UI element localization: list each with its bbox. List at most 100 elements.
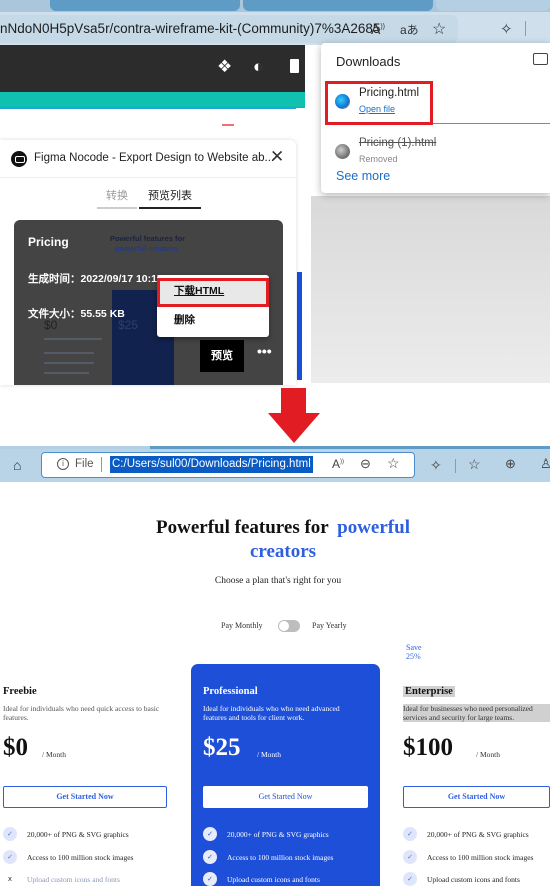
feature-text: Access to 100 million stock images <box>27 853 134 862</box>
plan-price: $25 <box>203 734 241 761</box>
feature-text: Access to 100 million stock images <box>427 853 534 862</box>
see-more-link[interactable]: See more <box>336 169 390 183</box>
feature-text: Upload custom icons and fonts <box>427 875 520 884</box>
x-icon: x <box>7 875 13 883</box>
red-indicator <box>222 124 234 126</box>
top-address-row: nNdoN0H5pVsa5r/contra-wireframe-kit-(Com… <box>0 12 550 45</box>
preview-button[interactable]: 预览 <box>200 340 244 372</box>
browser-tab-figma[interactable] <box>436 0 550 11</box>
components-icon[interactable]: ❖ <box>217 57 232 77</box>
check-icon: ✓ <box>203 827 217 841</box>
translate-icon[interactable]: aあ <box>400 21 419 38</box>
favorites-icon[interactable]: ☆ <box>468 456 481 473</box>
pay-monthly-label[interactable]: Pay Monthly <box>221 621 263 630</box>
plugin-logo-icon <box>11 151 27 167</box>
browser-tab[interactable] <box>243 0 433 11</box>
folder-icon[interactable] <box>533 53 548 65</box>
pay-yearly-label[interactable]: Pay Yearly <box>312 621 347 630</box>
read-aloud-icon[interactable]: A)) <box>371 21 385 37</box>
extensions-icon[interactable]: ✧ <box>500 20 513 38</box>
file-size: 文件大小：55.55 KB <box>28 308 125 320</box>
toolbar-divider <box>525 21 526 36</box>
feature-text: 20,000+ of PNG & SVG graphics <box>427 830 529 839</box>
download-item[interactable]: Pricing (1).html Removed <box>327 133 550 173</box>
down-arrow-head <box>268 413 320 443</box>
save-percent: 25% <box>406 652 421 661</box>
title-accent-2: creators <box>249 541 317 562</box>
download-file-name[interactable]: Pricing (1).html <box>359 137 436 149</box>
menu-item-delete[interactable]: 删除 <box>174 312 195 327</box>
plan-description: Ideal for individuals who need quick acc… <box>3 704 160 722</box>
check-icon: ✓ <box>203 872 217 886</box>
address-url[interactable]: C:/Users/sul00/Downloads/Pricing.html <box>110 456 313 473</box>
get-started-button[interactable]: Get Started Now <box>203 786 368 808</box>
page-title: Powerful features for powerful creators <box>0 516 550 564</box>
download-status: Removed <box>359 154 398 164</box>
thumb-row <box>44 372 89 374</box>
plan-name: Professional <box>203 686 258 697</box>
highlight-box <box>157 278 269 307</box>
plugin-header: Figma Nocode - Export Design to Website … <box>0 140 296 178</box>
extensions-icon[interactable]: ✧ <box>430 457 442 474</box>
teal-banner <box>0 92 305 109</box>
close-icon[interactable]: ✕ <box>270 147 284 167</box>
generated-time: 生成时间：2022/09/17 10:17 <box>28 273 163 285</box>
pricing-page: Powerful features for powerful creators … <box>0 482 550 886</box>
tab-preview-list[interactable]: 预览列表 <box>139 187 201 209</box>
title-text: Powerful features for <box>156 517 329 538</box>
canvas-gray-area <box>311 196 550 383</box>
highlight-box <box>325 81 433 125</box>
address-bar[interactable]: i File C:/Users/sul00/Downloads/Pricing.… <box>41 452 415 478</box>
check-icon: ✓ <box>3 850 17 864</box>
thumb-title-accent: powerful creators <box>115 244 178 253</box>
plugin-title: Figma Nocode - Export Design to Website … <box>34 152 275 164</box>
read-aloud-icon[interactable]: A)) <box>332 457 344 471</box>
info-icon[interactable]: i <box>57 458 69 470</box>
thumb-row <box>44 362 94 364</box>
browser-toolbar: ⌂ i File C:/Users/sul00/Downloads/Pricin… <box>0 449 550 482</box>
card-name: Pricing <box>28 235 69 249</box>
save-badge: Save 25% <box>406 643 422 661</box>
check-icon: ✓ <box>203 850 217 864</box>
thumb-row <box>44 338 102 340</box>
add-favorite-icon[interactable]: ☆ <box>432 19 446 39</box>
plan-price: $100 <box>403 734 453 761</box>
plan-card-enterprise: Enterprise Ideal for businesses who need… <box>400 664 550 886</box>
more-options-button[interactable]: ••• <box>257 343 272 359</box>
plan-description: Ideal for individuals who who need advan… <box>203 704 340 722</box>
get-started-button[interactable]: Get Started Now <box>3 786 167 808</box>
feature-text: 20,000+ of PNG & SVG graphics <box>227 830 329 839</box>
toolbar-divider <box>455 459 456 473</box>
plan-period: / Month <box>476 750 500 759</box>
tab-convert[interactable]: 转换 <box>97 187 137 209</box>
check-icon: ✓ <box>3 827 17 841</box>
browser-tab[interactable] <box>50 0 240 11</box>
plan-period: / Month <box>42 750 66 759</box>
down-arrow-icon <box>281 388 306 414</box>
thumb-title: Powerful features for <box>110 234 186 243</box>
divider <box>101 457 102 472</box>
plan-name: Enterprise <box>403 686 455 697</box>
top-address-url[interactable]: nNdoN0H5pVsa5r/contra-wireframe-kit-(Com… <box>0 21 380 36</box>
panel-icon[interactable] <box>290 59 299 73</box>
collections-icon[interactable]: ⊕ <box>505 456 516 472</box>
billing-toggle[interactable] <box>278 620 300 632</box>
top-address-bar[interactable]: nNdoN0H5pVsa5r/contra-wireframe-kit-(Com… <box>0 15 458 43</box>
plan-period: / Month <box>257 750 281 759</box>
get-started-button[interactable]: Get Started Now <box>403 786 550 808</box>
add-favorite-icon[interactable]: ☆ <box>387 455 400 472</box>
theme-toggle-icon[interactable]: ◐ <box>253 57 263 77</box>
plan-card-freebie: Freebie Ideal for individuals who need q… <box>0 664 175 886</box>
feature-text: Upload custom icons and fonts <box>27 875 120 884</box>
check-icon: ✓ <box>403 827 417 841</box>
feature-text: 20,000+ of PNG & SVG graphics <box>27 830 129 839</box>
check-icon: ✓ <box>403 850 417 864</box>
title-accent-1: powerful <box>337 517 410 538</box>
feature-text: Upload custom icons and fonts <box>227 875 320 884</box>
zoom-out-icon[interactable]: ⊖ <box>360 456 371 472</box>
performance-icon[interactable]: ♙ <box>540 456 550 472</box>
home-icon[interactable]: ⌂ <box>13 457 21 473</box>
check-icon: ✓ <box>403 872 417 886</box>
file-label: File <box>75 458 94 470</box>
save-text: Save <box>406 643 422 652</box>
